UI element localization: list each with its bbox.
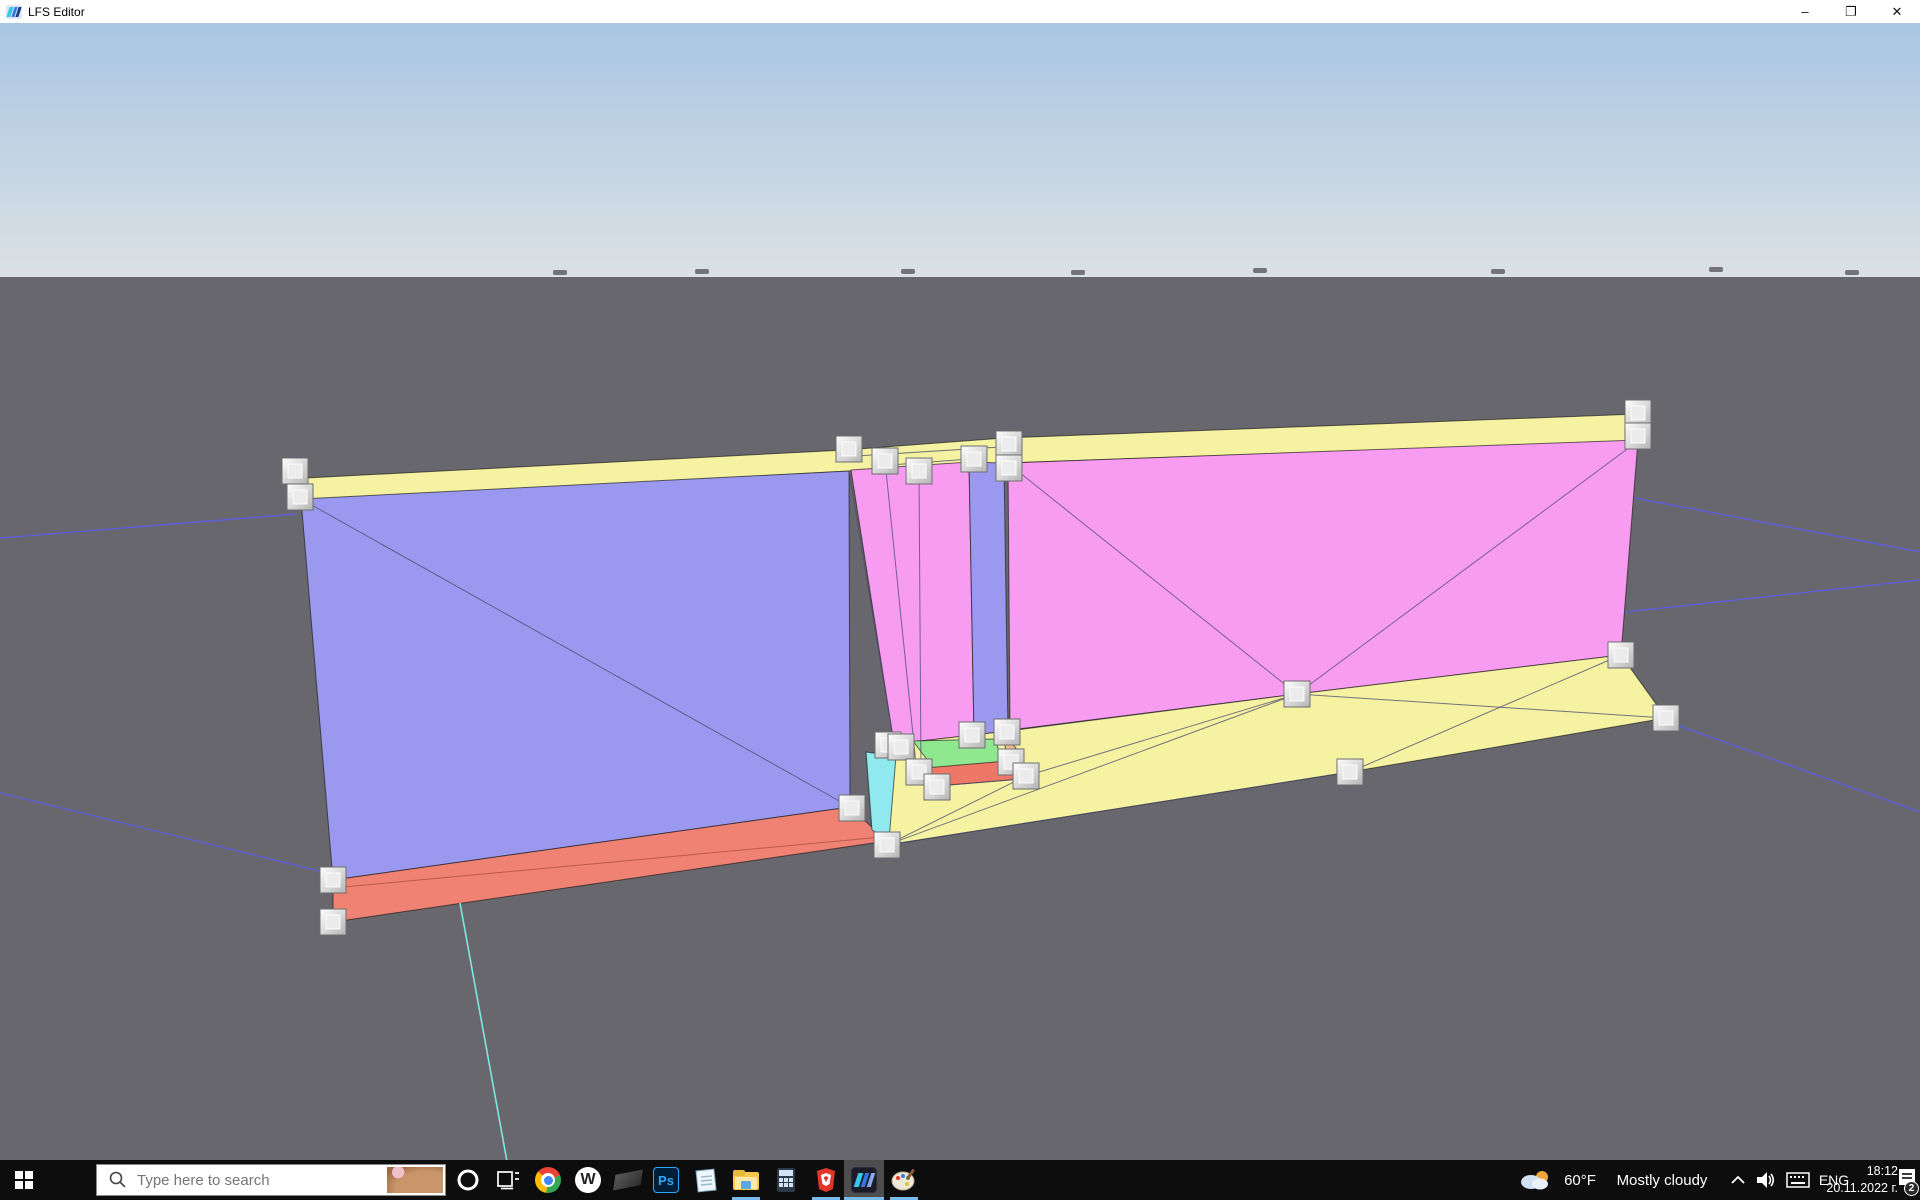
- notification-center-button[interactable]: 2: [1898, 1160, 1920, 1200]
- horizon-object: [901, 269, 915, 274]
- taskbar-notepad[interactable]: [686, 1160, 726, 1200]
- windows-logo-icon: [15, 1171, 33, 1189]
- control-point-face: [845, 801, 859, 815]
- control-point-face: [1000, 725, 1014, 739]
- control-point-face: [965, 728, 979, 742]
- task-view-button[interactable]: [488, 1160, 528, 1200]
- calculator-icon: [776, 1167, 796, 1193]
- file-explorer-icon: [732, 1168, 760, 1192]
- clock-time: 18:12: [1867, 1163, 1898, 1180]
- clock-date: 20.11.2022 г.: [1826, 1180, 1898, 1197]
- maximize-button[interactable]: ❐: [1828, 0, 1874, 23]
- control-point-face: [1631, 406, 1645, 420]
- control-point-face: [1631, 429, 1645, 443]
- mesh-face-mid-blue[interactable]: [969, 462, 1008, 735]
- control-point-face: [894, 740, 908, 754]
- control-point-face: [1659, 711, 1673, 725]
- taskbar-explorer[interactable]: [726, 1160, 766, 1200]
- control-point-face: [1002, 461, 1016, 475]
- lfs-editor-window: LFS Editor – ❐ ✕ subob tri point build m…: [0, 0, 1920, 1200]
- taskbar: W Ps: [0, 1160, 1920, 1200]
- viewport-3d[interactable]: [0, 0, 1920, 1200]
- clock[interactable]: 18:12 20.11.2022 г.: [1826, 1160, 1898, 1200]
- control-point-face: [1002, 437, 1016, 451]
- brave-icon: [814, 1167, 838, 1193]
- horizon-object: [553, 270, 567, 275]
- paint-icon: [891, 1167, 917, 1193]
- weather-temp[interactable]: 60°F: [1557, 1160, 1603, 1200]
- w-icon: W: [575, 1167, 601, 1193]
- horizon-object: [695, 269, 709, 274]
- horizon-object: [1709, 267, 1723, 272]
- control-point-face: [880, 838, 894, 852]
- control-point-face: [842, 442, 856, 456]
- control-point-face: [293, 490, 307, 504]
- taskbar-calculator[interactable]: [766, 1160, 806, 1200]
- photoshop-icon: Ps: [653, 1167, 679, 1193]
- title-bar: LFS Editor – ❐ ✕: [0, 0, 1920, 23]
- start-button[interactable]: [0, 1160, 48, 1200]
- control-point-face: [967, 452, 981, 466]
- search-icon: [109, 1171, 127, 1189]
- taskbar-app-wedge[interactable]: [608, 1160, 648, 1200]
- horizon-object: [1071, 270, 1085, 275]
- control-point-face: [326, 915, 340, 929]
- horizon-object: [1253, 268, 1267, 273]
- wedge-icon: [613, 1169, 643, 1190]
- taskbar-wiki[interactable]: W: [568, 1160, 608, 1200]
- horizon-object: [1845, 270, 1859, 275]
- horizon-object: [1491, 269, 1505, 274]
- touch-keyboard-icon[interactable]: [1781, 1160, 1815, 1200]
- weather-icon[interactable]: [1513, 1160, 1557, 1200]
- control-point-face: [878, 454, 892, 468]
- taskbar-search[interactable]: [96, 1164, 446, 1196]
- taskbar-lfs-editor-active[interactable]: [844, 1160, 884, 1200]
- control-point-face: [930, 780, 944, 794]
- notification-badge: 2: [1904, 1181, 1919, 1196]
- control-point-face: [1019, 769, 1033, 783]
- taskbar-paint[interactable]: [884, 1160, 924, 1200]
- notepad-icon: [694, 1167, 718, 1193]
- control-point-face: [326, 873, 340, 887]
- control-point-face: [1343, 765, 1357, 779]
- taskbar-app-ring[interactable]: [448, 1160, 488, 1200]
- control-point-face: [1614, 648, 1628, 662]
- close-button[interactable]: ✕: [1874, 0, 1920, 23]
- control-point-face: [912, 464, 926, 478]
- window-title: LFS Editor: [28, 5, 85, 19]
- search-highlight-image[interactable]: [387, 1167, 443, 1193]
- weather-desc[interactable]: Mostly cloudy: [1603, 1160, 1721, 1200]
- control-point-face: [1290, 687, 1304, 701]
- taskbar-photoshop[interactable]: Ps: [646, 1160, 686, 1200]
- taskbar-chrome[interactable]: [528, 1160, 568, 1200]
- minimize-button[interactable]: –: [1782, 0, 1828, 23]
- taskbar-brave[interactable]: [806, 1160, 846, 1200]
- chrome-icon: [535, 1167, 561, 1193]
- control-point-face: [288, 464, 302, 478]
- sky: [0, 23, 1920, 277]
- lfs-editor-icon: [851, 1167, 877, 1193]
- tray-chevron-icon[interactable]: [1725, 1160, 1751, 1200]
- app-icon: [6, 4, 22, 20]
- volume-icon[interactable]: [1751, 1160, 1781, 1200]
